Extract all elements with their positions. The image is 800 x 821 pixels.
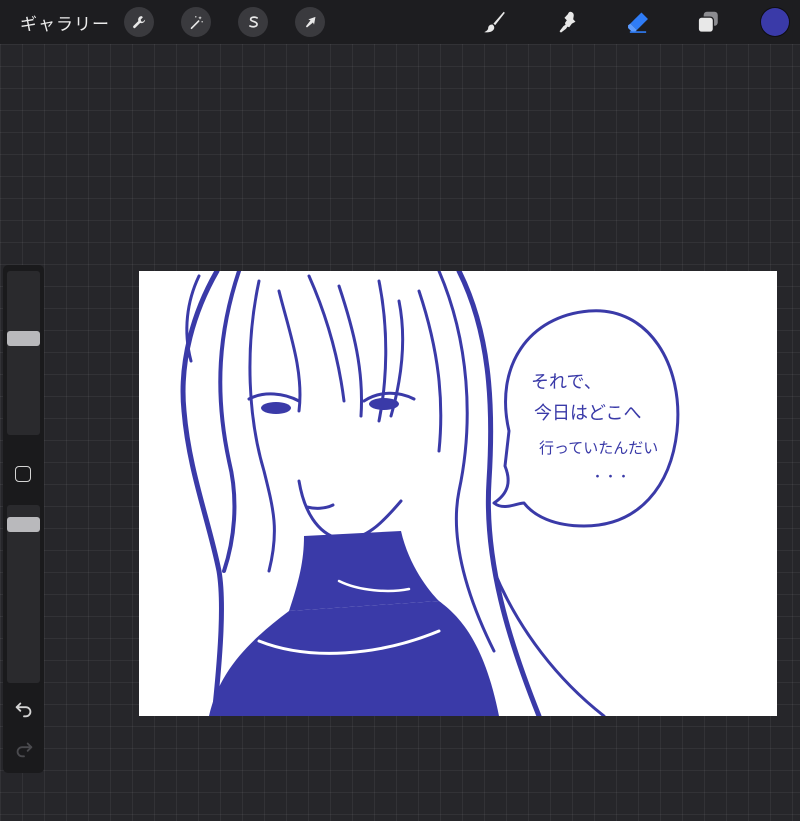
- speech-line-2: 今日はどこへ: [534, 403, 641, 424]
- speech-line-4: ・・・: [591, 470, 630, 485]
- speech-line-1: それで、: [531, 372, 602, 393]
- hair-stroke: [307, 274, 346, 403]
- eraser-tool[interactable]: [622, 6, 654, 38]
- brush-tool[interactable]: [478, 6, 510, 38]
- brush-size-slider[interactable]: [7, 271, 40, 435]
- layers-tool[interactable]: [692, 6, 724, 38]
- drawing-canvas[interactable]: それで、 今日はどこへ 行っていたんだい ・・・: [139, 271, 777, 716]
- redo-icon: [16, 742, 33, 758]
- eye-left: [261, 402, 291, 414]
- smudge-tool[interactable]: [552, 6, 584, 38]
- actions-button[interactable]: [124, 7, 154, 37]
- selection-s-icon: [248, 15, 258, 28]
- artwork: それで、 今日はどこへ 行っていたんだい ・・・: [180, 271, 680, 716]
- face-stroke: [297, 479, 403, 541]
- undo-button[interactable]: [13, 698, 35, 720]
- eraser-icon: [628, 12, 648, 33]
- brush-icon: [484, 11, 505, 33]
- wrench-icon: [132, 15, 145, 28]
- mouth-stroke: [305, 503, 335, 510]
- eye-right: [369, 398, 399, 410]
- undo-icon: [15, 702, 32, 718]
- brush-size-handle[interactable]: [7, 331, 40, 346]
- redo-button[interactable]: [13, 738, 35, 760]
- neck-fill: [289, 531, 439, 611]
- opacity-handle[interactable]: [7, 517, 40, 532]
- hair-stroke: [180, 271, 224, 716]
- speech-line-3: 行っていたんだい: [539, 439, 658, 457]
- arrow-cursor-icon: [305, 16, 315, 27]
- hair-stroke: [277, 289, 302, 413]
- left-sidebar: [3, 265, 44, 773]
- selection-button[interactable]: [238, 7, 268, 37]
- hair-stroke: [417, 289, 443, 453]
- layers-icon: [697, 11, 718, 33]
- adjustments-button[interactable]: [181, 7, 211, 37]
- eye-outline: [247, 392, 301, 403]
- body-fill: [209, 601, 499, 716]
- color-picker-button[interactable]: [761, 8, 789, 36]
- smudge-icon: [559, 11, 576, 33]
- hair-stroke: [218, 271, 241, 573]
- hair-stroke: [389, 299, 405, 418]
- gallery-button[interactable]: ギャラリー: [20, 10, 110, 35]
- top-toolbar: ギャラリー: [0, 0, 800, 44]
- magic-wand-icon: [190, 15, 203, 29]
- transform-button[interactable]: [295, 7, 325, 37]
- hair-stroke: [437, 271, 496, 653]
- hair-stroke: [248, 279, 276, 573]
- modify-button[interactable]: [15, 466, 31, 482]
